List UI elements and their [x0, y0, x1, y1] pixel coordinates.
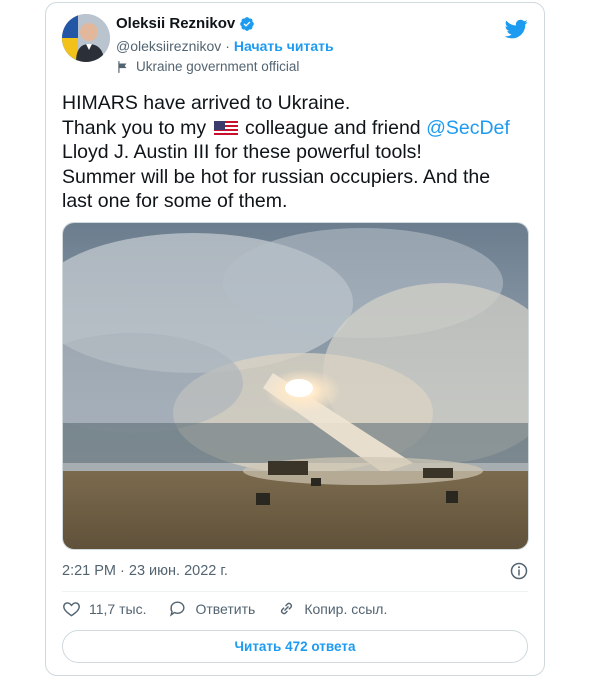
reply-label: Ответить: [195, 600, 256, 617]
government-label: Ukraine government official: [116, 59, 299, 74]
tweet-line-4: Summer will be hot for russian occupiers…: [62, 165, 491, 188]
copy-link-label: Копир. ссыл.: [304, 600, 388, 617]
tweet-line-3: Lloyd J. Austin III for these powerful t…: [62, 141, 422, 163]
info-icon[interactable]: [510, 562, 528, 580]
twitter-bird-icon[interactable]: [504, 17, 528, 41]
tweet-line-2: Thank you to my colleague and friend @Se…: [62, 116, 532, 141]
speech-bubble-icon: [170, 601, 185, 617]
like-count: 11,7 тыс.: [89, 600, 147, 617]
us-flag-emoji-icon: [213, 120, 238, 137]
author-handle[interactable]: @oleksiireznikov: [116, 38, 221, 54]
avatar-image: [62, 14, 110, 62]
follow-button[interactable]: Начать читать: [234, 38, 334, 54]
tweet-text: HIMARS have arrived to Ukraine. Thank yo…: [62, 91, 532, 214]
link-icon: [281, 602, 293, 615]
avatar[interactable]: [62, 14, 110, 62]
tweet-card: Oleksii Reznikov @oleksiireznikov · Нача…: [45, 2, 545, 676]
heart-icon: [63, 602, 80, 617]
divider: [62, 591, 528, 592]
read-replies-button[interactable]: Читать 472 ответа: [62, 630, 528, 663]
tweet-line-2-start: Thank you to my: [62, 116, 207, 139]
like-button[interactable]: 11,7 тыс.: [62, 599, 146, 618]
read-replies-label: Читать 472 ответа: [234, 639, 356, 654]
tweet-line-2-middle: colleague and friend: [245, 116, 421, 139]
verified-badge-icon: [240, 16, 255, 31]
separator: ·: [225, 38, 230, 54]
copy-link-button[interactable]: Копир. ссыл.: [277, 599, 387, 618]
account-label: Ukraine government official: [136, 59, 300, 74]
author-name[interactable]: Oleksii Reznikov: [116, 15, 235, 32]
tweet-line-1: HIMARS have arrived to Ukraine.: [62, 92, 351, 114]
reply-button[interactable]: Ответить: [168, 599, 255, 618]
mention-link[interactable]: @SecDef: [426, 117, 510, 139]
tweet-media[interactable]: [62, 222, 529, 550]
rocket-launch-photo: [63, 223, 528, 549]
tweet-line-5: last one for some of them.: [62, 190, 288, 212]
tweet-actions: 11,7 тыс. Ответить Копир. ссыл.: [62, 599, 409, 618]
tweet-timestamp[interactable]: 2:21 PM · 23 июн. 2022 г.: [62, 563, 228, 579]
flag-icon: [118, 60, 127, 73]
